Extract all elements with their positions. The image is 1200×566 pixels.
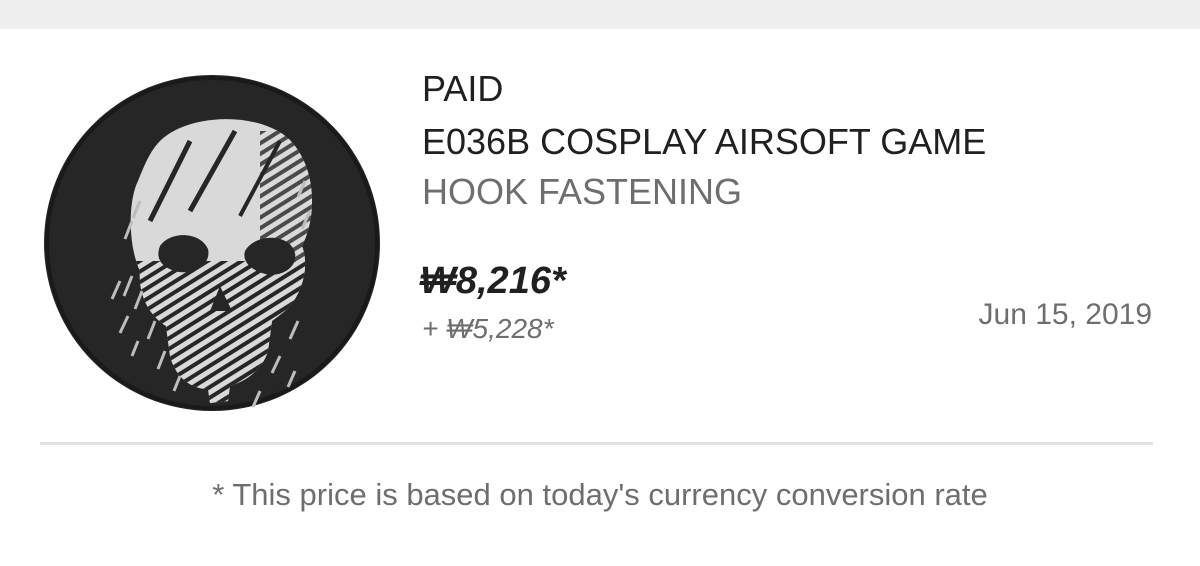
skull-patch-icon xyxy=(44,75,380,411)
shipping-price: + ₩5,228* xyxy=(422,313,554,344)
divider xyxy=(40,442,1153,445)
order-item-card[interactable]: PAID E036B COSPLAY AIRSOFT GAME HOOK FAS… xyxy=(0,29,1200,566)
top-strip xyxy=(0,0,1200,29)
order-status: PAID xyxy=(422,68,504,109)
product-thumbnail[interactable] xyxy=(40,71,384,415)
order-date: Jun 15, 2019 xyxy=(978,298,1152,331)
currency-footnote: * This price is based on today's currenc… xyxy=(212,477,988,512)
product-subtitle: HOOK FASTENING xyxy=(422,171,743,212)
item-price: ₩8,216* xyxy=(420,260,566,302)
product-title[interactable]: E036B COSPLAY AIRSOFT GAME xyxy=(422,122,986,162)
